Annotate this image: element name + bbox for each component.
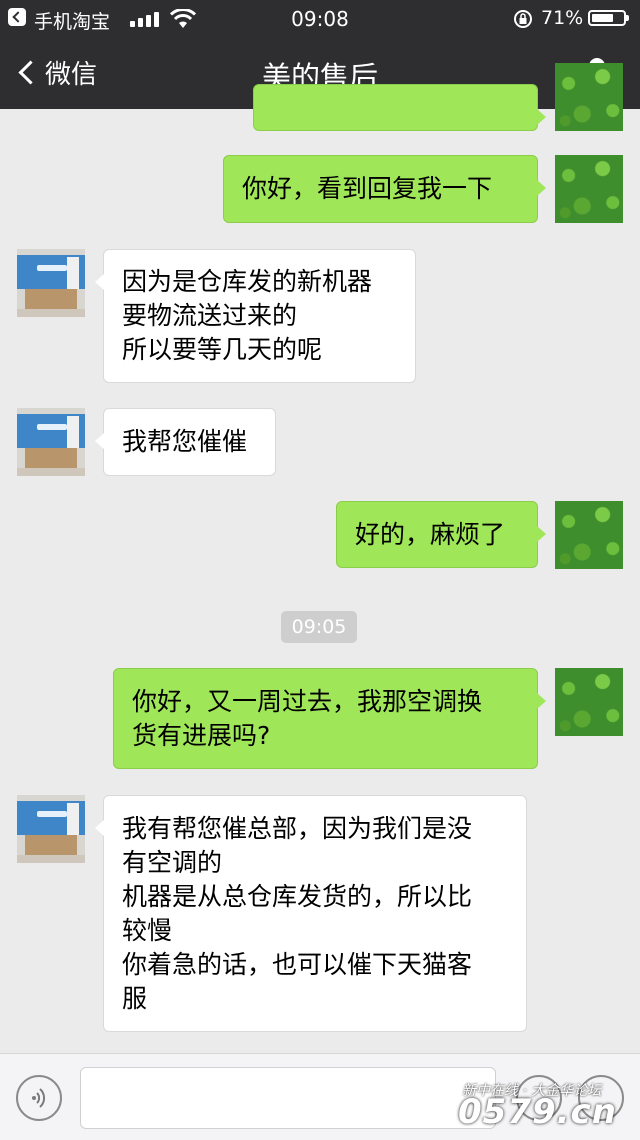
message-text: 我帮您催催 bbox=[122, 427, 248, 456]
voice-input-button[interactable] bbox=[16, 1075, 62, 1121]
message-text: 服 bbox=[122, 983, 148, 1013]
message-text: 我有帮您催总部，因为我们是没 bbox=[122, 813, 473, 843]
message-text: 机器是从总仓库发货的，所以比 bbox=[122, 881, 473, 911]
message-text: 较慢 bbox=[122, 915, 173, 945]
my-avatar[interactable] bbox=[555, 155, 623, 223]
watermark: 新中在线 · 大金华论坛 0579.cn bbox=[440, 1078, 640, 1136]
status-bar: 手机淘宝 09:08 71% bbox=[0, 0, 640, 36]
message-bubble-incoming[interactable]: 我帮您催催 bbox=[95, 408, 276, 476]
my-avatar[interactable] bbox=[555, 63, 623, 131]
message-text: 要物流送过来的 bbox=[122, 301, 298, 330]
message-bubble-outgoing[interactable]: 你好，又一周过去，我那空调换 货有进展吗? bbox=[113, 668, 546, 769]
battery-percent: 71% bbox=[541, 7, 584, 29]
my-avatar[interactable] bbox=[555, 501, 623, 569]
message-bubble-outgoing[interactable]: 好的，麻烦了 bbox=[336, 501, 546, 568]
message-input[interactable] bbox=[80, 1067, 496, 1129]
message-text: 因为是仓库发的新机器 bbox=[122, 267, 373, 296]
my-avatar[interactable] bbox=[555, 668, 623, 736]
message-text: 你好，又一周过去，我那空调换 bbox=[132, 686, 483, 716]
message-bubble-incoming[interactable]: 因为是仓库发的新机器 要物流送过来的 所以要等几天的呢 bbox=[95, 249, 416, 383]
battery-level bbox=[592, 14, 613, 22]
message-text: 有空调的 bbox=[122, 847, 223, 877]
contact-avatar[interactable] bbox=[17, 795, 85, 863]
message-text: 好的，麻烦了 bbox=[355, 519, 506, 549]
message-bubble-outgoing[interactable]: 你好，看到回复我一下 bbox=[223, 155, 546, 223]
message-text: 你着急的话，也可以催下天猫客 bbox=[122, 949, 473, 979]
battery-icon bbox=[588, 10, 629, 26]
message-text: 你好，看到回复我一下 bbox=[242, 174, 493, 203]
voice-icon bbox=[32, 1088, 46, 1108]
message-timestamp: 09:05 bbox=[281, 611, 357, 643]
rotation-lock-icon bbox=[514, 10, 532, 28]
message-text: 货有进展吗? bbox=[132, 720, 271, 750]
message-text: 所以要等几天的呢 bbox=[122, 335, 323, 364]
contact-avatar[interactable] bbox=[17, 249, 85, 317]
message-bubble-outgoing-partial[interactable] bbox=[253, 84, 546, 131]
watermark-line2: 0579.cn bbox=[458, 1092, 617, 1132]
message-bubble-incoming[interactable]: 我有帮您催总部，因为我们是没 有空调的 机器是从总仓库发货的，所以比 较慢 你着… bbox=[95, 795, 527, 1032]
contact-avatar[interactable] bbox=[17, 408, 85, 476]
